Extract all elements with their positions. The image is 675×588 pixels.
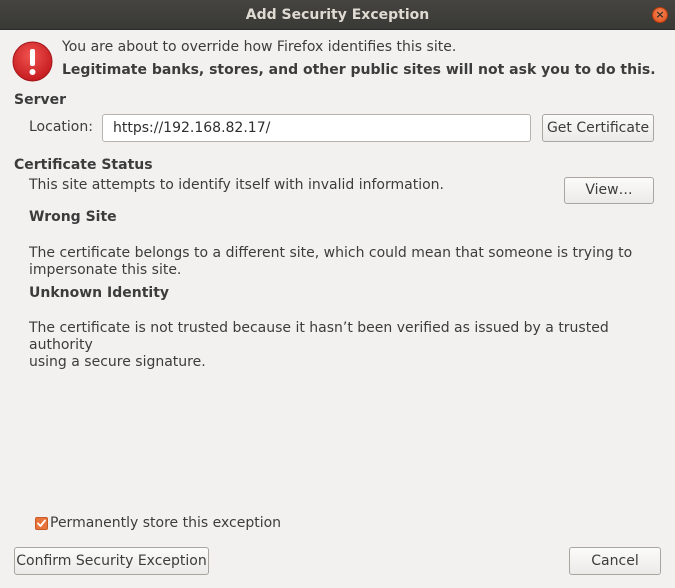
get-certificate-button[interactable]: Get Certificate (542, 114, 654, 142)
cancel-button[interactable]: Cancel (569, 547, 661, 575)
wrong-site-description: The certificate belongs to a different s… (29, 245, 649, 279)
wrong-site-line-2: impersonate this site. (29, 262, 182, 278)
certificate-status-summary: This site attempts to identify itself wi… (29, 177, 444, 193)
wrong-site-line-1: The certificate belongs to a different s… (29, 245, 633, 261)
view-button[interactable]: View… (564, 177, 654, 204)
close-icon[interactable]: × (652, 7, 668, 23)
certificate-status-heading: Certificate Status (14, 157, 153, 173)
location-label: Location: (29, 119, 93, 135)
wrong-site-heading: Wrong Site (29, 209, 117, 225)
permanent-store-label[interactable]: Permanently store this exception (50, 515, 281, 531)
permanent-store-checkbox[interactable] (35, 517, 48, 530)
confirm-security-exception-button[interactable]: Confirm Security Exception (14, 547, 209, 575)
add-security-exception-dialog: Add Security Exception × You are about t… (0, 0, 675, 588)
warning-message: You are about to override how Firefox id… (62, 39, 457, 55)
unknown-identity-line-2: using a secure signature. (29, 354, 206, 370)
warning-emphasis: Legitimate banks, stores, and other publ… (62, 62, 656, 78)
warning-icon (12, 41, 53, 82)
unknown-identity-line-1: The certificate is not trusted because i… (29, 320, 609, 353)
title-bar[interactable]: Add Security Exception × (0, 0, 675, 30)
window-title: Add Security Exception (245, 7, 430, 23)
unknown-identity-description: The certificate is not trusted because i… (29, 320, 649, 371)
checkmark-icon (37, 519, 46, 527)
unknown-identity-heading: Unknown Identity (29, 285, 170, 301)
server-heading: Server (14, 92, 67, 108)
location-input[interactable]: https://192.168.82.17/ (102, 114, 531, 142)
